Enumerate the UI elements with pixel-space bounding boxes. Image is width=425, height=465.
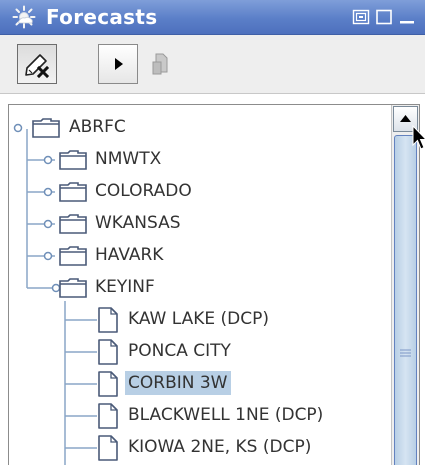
- tree-node-label: KEYINF: [95, 277, 155, 297]
- tree-node-havark[interactable]: HAVARK: [9, 240, 249, 272]
- tree-node-keyinf[interactable]: KEYINF: [9, 272, 249, 304]
- tree-node-label: ABRFC: [69, 117, 126, 137]
- folder-icon: [59, 150, 87, 170]
- document-icon: [98, 307, 118, 333]
- tree-node-label: WKANSAS: [95, 213, 181, 233]
- forecasts-window: Forecasts ABRFC NMWTX COLORADO WKANSAS H…: [0, 0, 425, 465]
- scroll-thumb[interactable]: [394, 135, 417, 465]
- document-icon: [98, 435, 118, 461]
- tree-node-wkansas[interactable]: WKANSAS: [9, 208, 249, 240]
- tree-leaf-kiowa-2ne[interactable]: KIOWA 2NE, KS (DCP): [9, 432, 391, 464]
- tree-node-abrfc[interactable]: ABRFC: [9, 112, 249, 144]
- minimize-icon[interactable]: [398, 8, 416, 26]
- forecast-tree: ABRFC NMWTX COLORADO WKANSAS HAVARK KEYI…: [8, 104, 420, 465]
- folder-open-icon: [32, 118, 60, 138]
- tree-leaf-ponca-city[interactable]: PONCA CITY: [9, 336, 391, 368]
- clear-edit-button[interactable]: [17, 44, 57, 84]
- play-button[interactable]: [98, 44, 138, 84]
- tree-node-colorado[interactable]: COLORADO: [9, 176, 249, 208]
- play-icon: [115, 58, 123, 70]
- document-button[interactable]: [142, 44, 182, 84]
- tree-view[interactable]: ABRFC NMWTX COLORADO WKANSAS HAVARK KEYI…: [9, 105, 391, 465]
- tree-node-label: NMWTX: [95, 149, 162, 169]
- folder-icon: [59, 182, 87, 202]
- folder-icon: [59, 214, 87, 234]
- tree-leaf-blackwell-1ne[interactable]: BLACKWELL 1NE (DCP): [9, 400, 391, 432]
- tree-node-label: KIOWA 2NE, KS (DCP): [128, 437, 312, 457]
- folder-icon: [59, 246, 87, 266]
- mouse-cursor-icon: [412, 125, 425, 150]
- folder-open-icon: [59, 278, 87, 298]
- tree-node-nmwtx[interactable]: NMWTX: [9, 144, 249, 176]
- tree-node-label: COLORADO: [95, 181, 192, 201]
- restore-icon[interactable]: [352, 8, 370, 26]
- toolbar: [0, 35, 425, 94]
- forecast-app-icon: [12, 5, 36, 29]
- tree-node-label: PONCA CITY: [128, 341, 231, 361]
- tree-node-label: HAVARK: [95, 245, 164, 265]
- title-bar[interactable]: Forecasts: [0, 0, 425, 35]
- vertical-scrollbar[interactable]: [391, 105, 419, 465]
- clear-edit-icon: [25, 54, 50, 79]
- window-title: Forecasts: [46, 5, 158, 29]
- tree-leaf-corbin-3w[interactable]: CORBIN 3W: [9, 368, 391, 400]
- tree-node-label: KAW LAKE (DCP): [128, 309, 270, 329]
- document-icon: [98, 403, 118, 429]
- tree-node-label: BLACKWELL 1NE (DCP): [128, 405, 324, 425]
- grip-icon: [400, 349, 411, 357]
- document-icon: [152, 53, 168, 75]
- maximize-icon[interactable]: [375, 8, 393, 26]
- document-icon: [98, 371, 118, 397]
- document-icon: [98, 339, 118, 365]
- tree-node-label-selected: CORBIN 3W: [125, 371, 231, 395]
- tree-leaf-kaw-lake[interactable]: KAW LAKE (DCP): [9, 304, 391, 336]
